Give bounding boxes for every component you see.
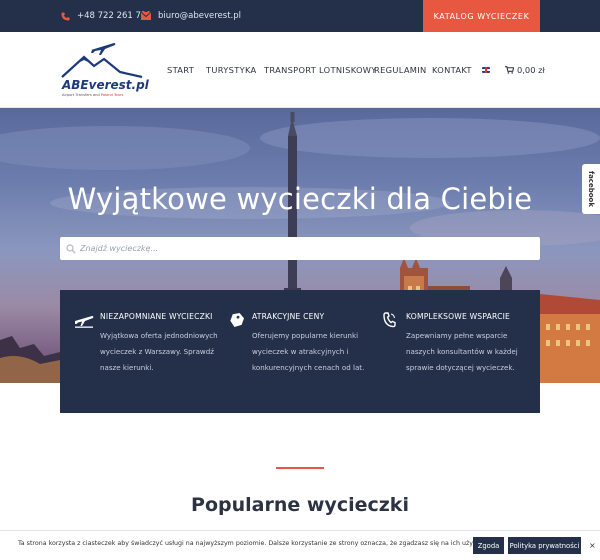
site-logo[interactable]: ABEverest.pl Airport Transfers and Polan… xyxy=(60,40,149,102)
cookie-text: Ta strona korzysta z ciasteczek aby świa… xyxy=(18,540,485,547)
top-email[interactable]: biuro@abeverest.pl xyxy=(141,0,241,32)
tour-search-box[interactable] xyxy=(60,237,540,260)
feature-text: Oferujemy popularne kierunki wycieczek w… xyxy=(252,331,365,372)
phone-icon xyxy=(383,312,397,332)
price-tag-icon xyxy=(230,312,245,332)
facebook-tab-label: facebook xyxy=(587,171,596,207)
feature-text: Wyjątkowa oferta jednodniowych wycieczek… xyxy=(100,331,218,372)
search-icon xyxy=(66,243,76,254)
site-header: ABEverest.pl Airport Transfers and Polan… xyxy=(0,32,600,108)
popular-tours-title: Popularne wycieczki xyxy=(191,494,409,516)
hero-title: Wyjątkowe wycieczki dla Ciebie xyxy=(67,182,533,216)
top-bar: +48 722 261 731 biuro@abeverest.pl KATAL… xyxy=(0,0,600,32)
logo-wordmark: ABEverest.pl xyxy=(62,78,149,92)
cart-total: 0,00 zł xyxy=(517,65,545,75)
features-box: NIEZAPOMNIANE WYCIECZKI Wyjątkowa oferta… xyxy=(60,290,540,413)
feature-text: Zapewniamy pełne wsparcie naszych konsul… xyxy=(406,331,518,372)
facebook-tab[interactable]: facebook xyxy=(582,164,600,214)
top-phone[interactable]: +48 722 261 731 xyxy=(61,0,152,32)
email-address: biuro@abeverest.pl xyxy=(158,11,242,21)
nav-start[interactable]: START xyxy=(167,64,194,76)
envelope-icon xyxy=(141,12,151,20)
feature-title: KOMPLEKSOWE WSPARCIE xyxy=(406,312,511,321)
airplane-icon xyxy=(74,312,94,332)
cookie-agree-button[interactable]: Zgoda xyxy=(473,537,504,554)
search-input[interactable] xyxy=(80,244,520,253)
nav-regulamin[interactable]: REGULAMIN xyxy=(374,64,427,76)
nav-kontakt[interactable]: KONTAKT xyxy=(432,64,472,76)
feature-title: ATRAKCYJNE CENY xyxy=(252,312,325,321)
uk-flag-icon[interactable] xyxy=(482,67,490,73)
privacy-policy-button[interactable]: Polityka prywatności xyxy=(508,537,581,554)
feature-title: NIEZAPOMNIANE WYCIECZKI xyxy=(100,312,213,321)
section-divider xyxy=(276,467,324,469)
cart-icon xyxy=(505,66,514,74)
phone-icon xyxy=(61,11,70,21)
logo-tagline: Airport Transfers and Poland Tours xyxy=(62,93,124,97)
nav-transport-lotniskowy[interactable]: TRANSPORT LOTNISKOWY xyxy=(264,64,377,76)
cookie-bar: Ta strona korzysta z ciasteczek aby świa… xyxy=(0,530,600,560)
catalog-button[interactable]: KATALOG WYCIECZEK xyxy=(423,0,540,32)
mountain-logo-icon xyxy=(61,55,143,78)
nav-turystyka[interactable]: TURYSTYKA xyxy=(206,64,257,76)
cart-link[interactable]: 0,00 zł xyxy=(505,64,545,76)
close-icon[interactable]: × xyxy=(589,541,596,550)
